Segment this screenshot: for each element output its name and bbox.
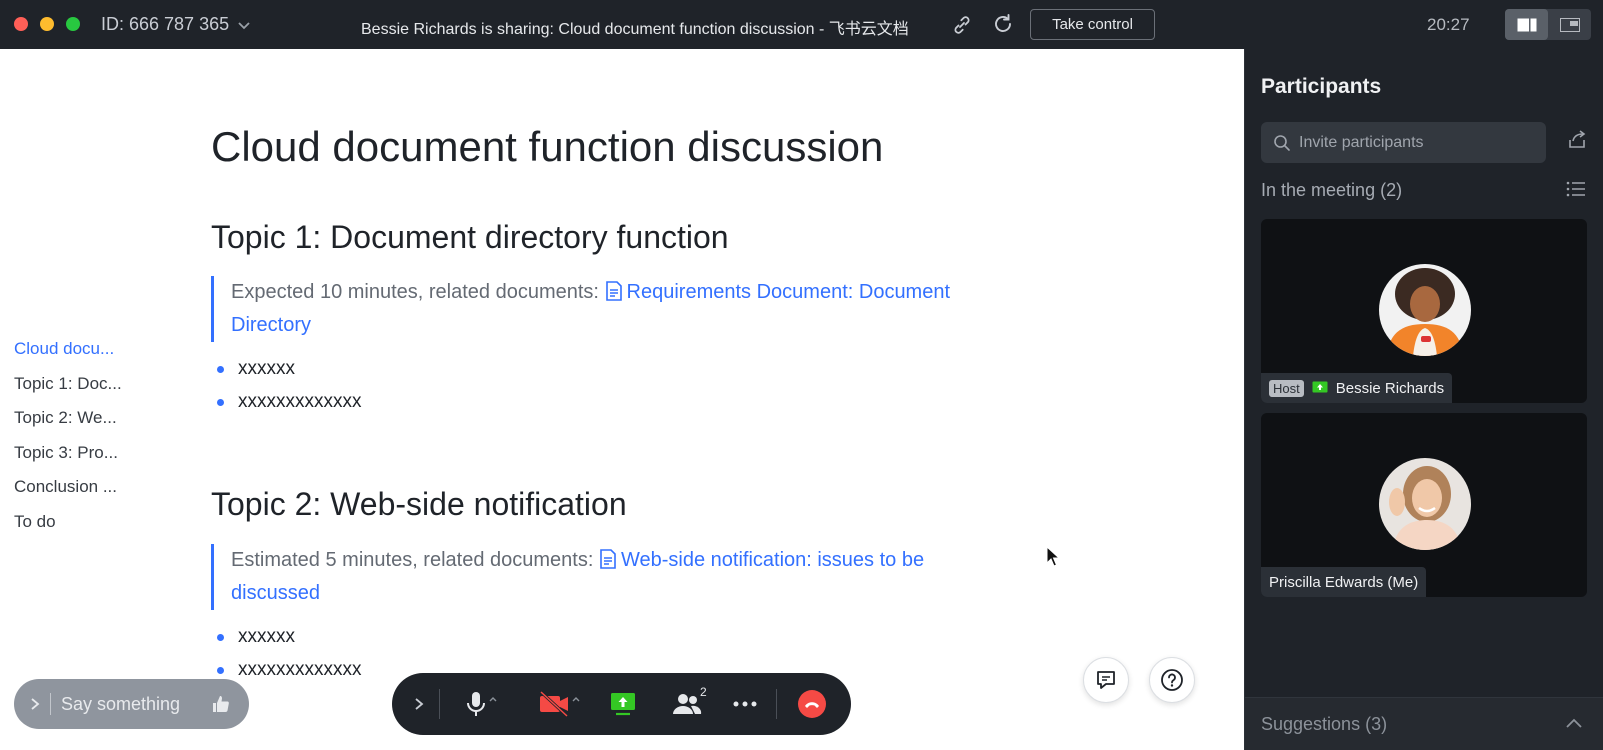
participant-name: Priscilla Edwards (Me) [1269, 573, 1419, 591]
meeting-id-label: ID: 666 787 365 [101, 14, 230, 34]
avatar-image [1379, 264, 1471, 356]
divider [50, 693, 51, 715]
list-item: xxxxxx [217, 626, 295, 648]
participants-icon [673, 694, 702, 714]
take-control-button[interactable]: Take control [1030, 9, 1155, 40]
mouse-cursor-icon [1046, 546, 1061, 567]
list-item-text: xxxxxx [238, 626, 295, 647]
outline-item[interactable]: Topic 1: Doc... [14, 373, 139, 408]
chat-input-bar[interactable]: Say something [14, 679, 249, 729]
in-meeting-label: In the meeting (2) [1261, 180, 1403, 200]
expand-chat-button[interactable] [20, 697, 50, 711]
more-options-button[interactable] [725, 673, 765, 735]
more-icon [733, 701, 757, 707]
expand-toolbar-button[interactable] [404, 673, 434, 735]
list-item-text: xxxxxxxxxxxxx [238, 659, 362, 680]
sharing-title: Bessie Richards is sharing: Cloud docume… [361, 21, 909, 38]
avatar [1379, 458, 1471, 550]
reaction-button[interactable] [207, 694, 235, 714]
search-icon [1274, 134, 1290, 151]
window-titlebar: ID: 666 787 365 Bessie Richards is shari… [0, 0, 1603, 49]
share-screen-icon [611, 693, 635, 716]
invite-placeholder: Invite participants [1299, 133, 1424, 151]
document-icon [605, 281, 622, 301]
outline-item[interactable]: Topic 2: We... [14, 407, 139, 442]
outline-item[interactable]: Conclusion ... [14, 476, 139, 511]
split-view-icon [1517, 18, 1536, 31]
end-call-button[interactable] [787, 673, 837, 735]
topic-quote: Expected 10 minutes, related documents: … [211, 276, 991, 342]
participants-count: 2 [700, 685, 707, 699]
list-item-text: xxxxxx [238, 358, 295, 379]
chat-placeholder: Say something [61, 693, 181, 714]
divider [776, 689, 777, 719]
share-invite-icon[interactable] [1567, 130, 1587, 150]
meeting-id-dropdown[interactable]: ID: 666 787 365 [101, 14, 251, 35]
outline-item[interactable]: Cloud docu... [14, 338, 139, 373]
outline-item[interactable]: Topic 3: Pro... [14, 442, 139, 477]
topic-heading: Topic 1: Document directory function [211, 219, 729, 255]
document-icon [600, 549, 616, 569]
bullet-dot [217, 365, 224, 373]
share-screen-button[interactable] [600, 673, 646, 735]
invite-participants-input[interactable]: Invite participants [1261, 122, 1546, 163]
suggestions-label: Suggestions (3) [1261, 714, 1388, 734]
sharing-screen-icon [1312, 381, 1328, 393]
topic-heading: Topic 2: Web-side notification [211, 486, 627, 522]
participant-nameplate: Host Bessie Richards [1261, 373, 1453, 403]
participant-nameplate: Priscilla Edwards (Me) [1261, 567, 1427, 597]
help-button[interactable] [1149, 657, 1195, 703]
refresh-icon[interactable] [991, 12, 1015, 36]
minimize-window-button[interactable] [40, 17, 54, 31]
quote-text: Expected 10 minutes, related documents: [231, 281, 605, 303]
camera-off-icon [539, 690, 580, 718]
chevron-down-icon [238, 21, 250, 29]
close-window-button[interactable] [14, 17, 28, 31]
panel-title: Participants [1261, 75, 1382, 98]
floating-layout-button[interactable] [1548, 9, 1591, 40]
microphone-button[interactable] [456, 673, 510, 735]
topic-quote: Estimated 5 minutes, related documents: … [211, 544, 991, 610]
copy-link-icon[interactable] [950, 13, 974, 37]
split-layout-button[interactable] [1505, 9, 1548, 40]
camera-button[interactable] [530, 673, 590, 735]
participants-button[interactable]: 2 [662, 673, 712, 735]
list-item: xxxxxxxxxxxxx [217, 391, 362, 413]
clock: 20:27 [1427, 15, 1470, 34]
avatar [1379, 264, 1471, 356]
outline-item[interactable]: To do [14, 511, 139, 546]
participants-panel: Participants Invite participants In the … [1244, 49, 1603, 750]
chevron-right-icon [31, 698, 40, 710]
floating-view-icon [1559, 17, 1580, 32]
microphone-icon [467, 692, 497, 716]
chevron-right-icon [415, 698, 424, 710]
bullet-dot [217, 666, 224, 674]
avatar-image [1379, 458, 1471, 550]
thumbs-up-icon [213, 696, 229, 712]
comments-button[interactable] [1083, 657, 1129, 703]
list-view-icon[interactable] [1566, 180, 1586, 198]
suggestions-section[interactable]: Suggestions (3) [1245, 697, 1603, 750]
comment-icon [1097, 671, 1115, 689]
participant-name: Bessie Richards [1335, 379, 1445, 397]
chevron-up-icon [1566, 718, 1582, 728]
hang-up-icon [798, 690, 826, 718]
document-outline: Cloud docu... Topic 1: Doc... Topic 2: W… [14, 338, 139, 545]
maximize-window-button[interactable] [66, 17, 80, 31]
list-item-text: xxxxxxxxxxxxx [238, 391, 362, 412]
list-item: xxxxxx [217, 358, 295, 380]
participant-video-tile[interactable]: Priscilla Edwards (Me) [1261, 413, 1587, 597]
bullet-dot [217, 633, 224, 641]
host-badge: Host [1269, 379, 1304, 397]
layout-toggle [1505, 9, 1591, 40]
meeting-control-bar: 2 [392, 673, 851, 735]
document-title: Cloud document function discussion [211, 123, 884, 170]
help-icon [1161, 669, 1183, 691]
divider [439, 689, 440, 719]
list-item: xxxxxxxxxxxxx [217, 659, 362, 681]
participant-video-tile[interactable]: Host Bessie Richards [1261, 219, 1587, 403]
bullet-dot [217, 398, 224, 406]
quote-text: Estimated 5 minutes, related documents: [231, 549, 599, 571]
